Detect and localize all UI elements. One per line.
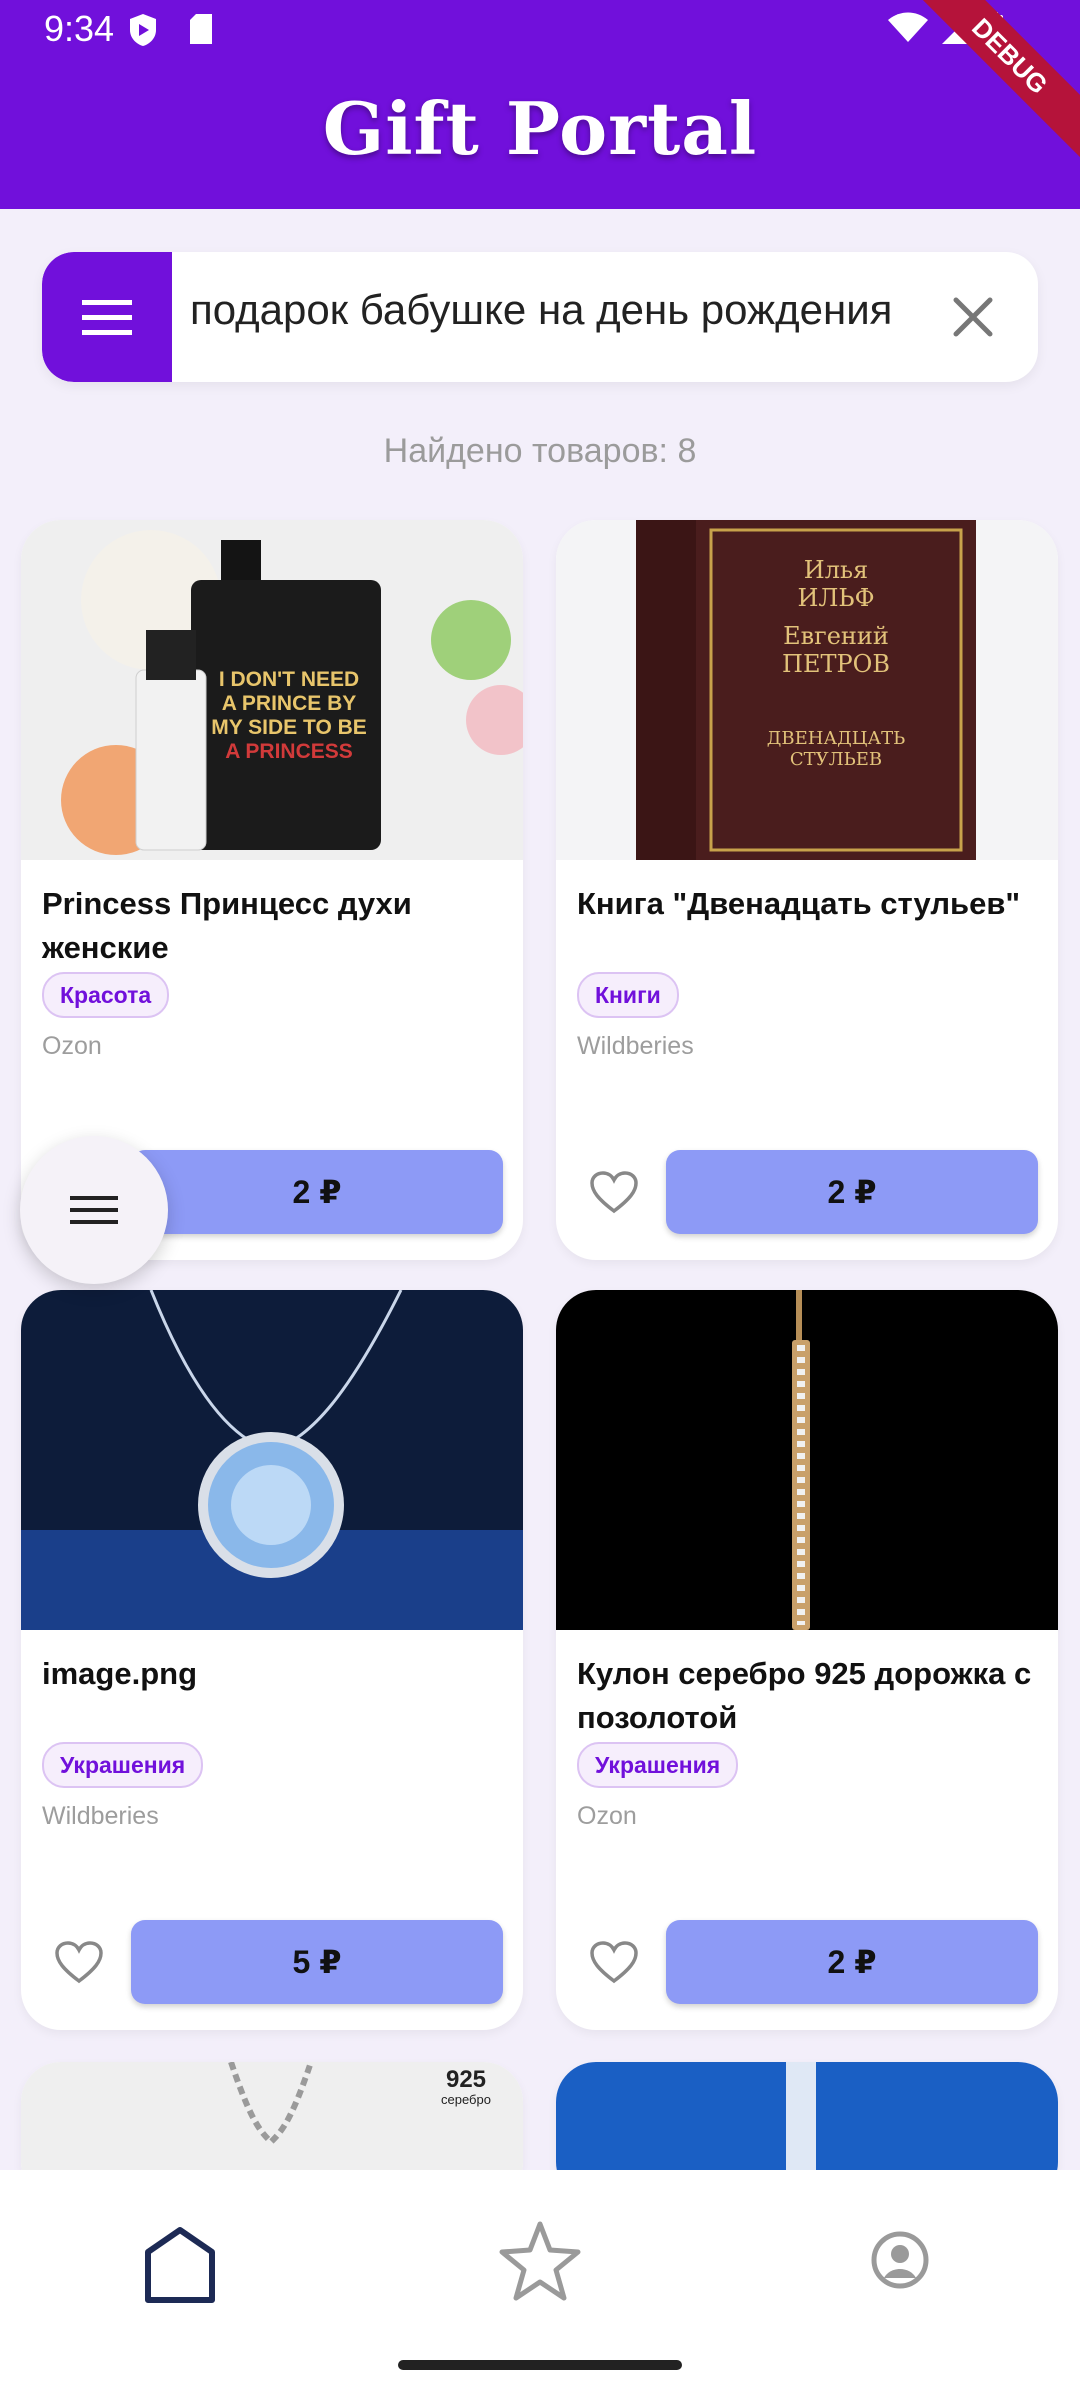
wifi-icon: [888, 12, 928, 42]
shop-name: Wildberies: [577, 1032, 694, 1060]
silver-label-line: 925: [445, 2066, 487, 2093]
floating-menu-button[interactable]: [20, 1136, 168, 1284]
perfume-label-line: A PRINCE BY: [221, 692, 357, 715]
product-name[interactable]: Princess Принцесс духи женские: [42, 882, 503, 970]
product-name[interactable]: Книга "Двенадцать стульев": [577, 882, 1038, 926]
book-author-line: Евгений: [783, 622, 889, 650]
shop-name: Wildberies: [42, 1802, 159, 1830]
heart-icon[interactable]: [590, 1941, 638, 1985]
product-name[interactable]: Кулон серебро 925 дорожка с позолотой: [577, 1652, 1038, 1740]
shop-name: Ozon: [577, 1802, 637, 1830]
pendant-image: [21, 1290, 523, 1630]
perfume-label-line: MY SIDE TO BE: [211, 716, 367, 739]
profile-icon[interactable]: [850, 2210, 950, 2310]
perfume-label-line: I DON'T NEED: [218, 668, 360, 691]
silver-label-line: серебро: [441, 2092, 491, 2107]
price-button[interactable]: 2 ₽: [666, 1920, 1038, 2004]
gesture-handle: [398, 2360, 682, 2370]
results-count: Найдено товаров: 8: [383, 432, 697, 470]
price-button[interactable]: 2 ₽: [131, 1150, 503, 1234]
heart-icon[interactable]: [55, 1941, 103, 1985]
book-author-line: Илья: [803, 556, 869, 584]
product-card[interactable]: Кулон серебро 925 дорожка с позолотой Ук…: [556, 1290, 1058, 2030]
search-input[interactable]: подарок бабушке на день рождения: [190, 286, 918, 334]
price-button[interactable]: 5 ₽: [131, 1920, 503, 2004]
menu-icon: [82, 300, 132, 335]
book-title-line: ДВЕНАДЦАТЬ: [766, 728, 906, 749]
home-icon[interactable]: [130, 2210, 230, 2310]
menu-icon: [70, 1196, 118, 1224]
app-title: Gift Portal: [322, 86, 758, 171]
category-badge: Красота: [42, 972, 170, 1018]
status-time: 9:34: [44, 8, 115, 49]
sd-card-icon: [190, 14, 212, 44]
gold-bar-pendant-image: [556, 1290, 1058, 1630]
book-author-line: ИЛЬФ: [797, 584, 875, 612]
category-badge: Книги: [577, 972, 679, 1018]
star-icon[interactable]: [490, 2210, 590, 2310]
product-card[interactable]: Илья ИЛЬФ Евгений ПЕТРОВ ДВЕНАДЦАТЬ СТУЛ…: [556, 520, 1058, 1260]
book-title-line: СТУЛЬЕВ: [789, 749, 883, 770]
heart-icon[interactable]: [590, 1171, 638, 1215]
product-card[interactable]: image.png Украшения Wildberies 5 ₽: [21, 1290, 523, 2030]
perfume-image: I DON'T NEED A PRINCE BY MY SIDE TO BE A…: [21, 520, 523, 860]
app-bar: 9:34 Gift Portal DEBUG: [0, 0, 1080, 209]
status-bar: 9:34: [0, 0, 1080, 64]
perfume-label-line: A PRINCESS: [225, 740, 353, 763]
category-badge: Украшения: [577, 1742, 739, 1788]
shop-name: Ozon: [42, 1032, 102, 1060]
book-author-line: ПЕТРОВ: [782, 650, 890, 678]
product-name[interactable]: image.png: [42, 1652, 503, 1696]
search-bar: подарок бабушке на день рождения: [42, 252, 1038, 382]
category-badge: Украшения: [42, 1742, 204, 1788]
price-button[interactable]: 2 ₽: [666, 1150, 1038, 1234]
clear-icon[interactable]: [946, 290, 1000, 344]
filter-menu-button[interactable]: [42, 252, 172, 382]
book-image: Илья ИЛЬФ Евгений ПЕТРОВ ДВЕНАДЦАТЬ СТУЛ…: [556, 520, 1058, 860]
play-protect-icon: [130, 14, 156, 46]
